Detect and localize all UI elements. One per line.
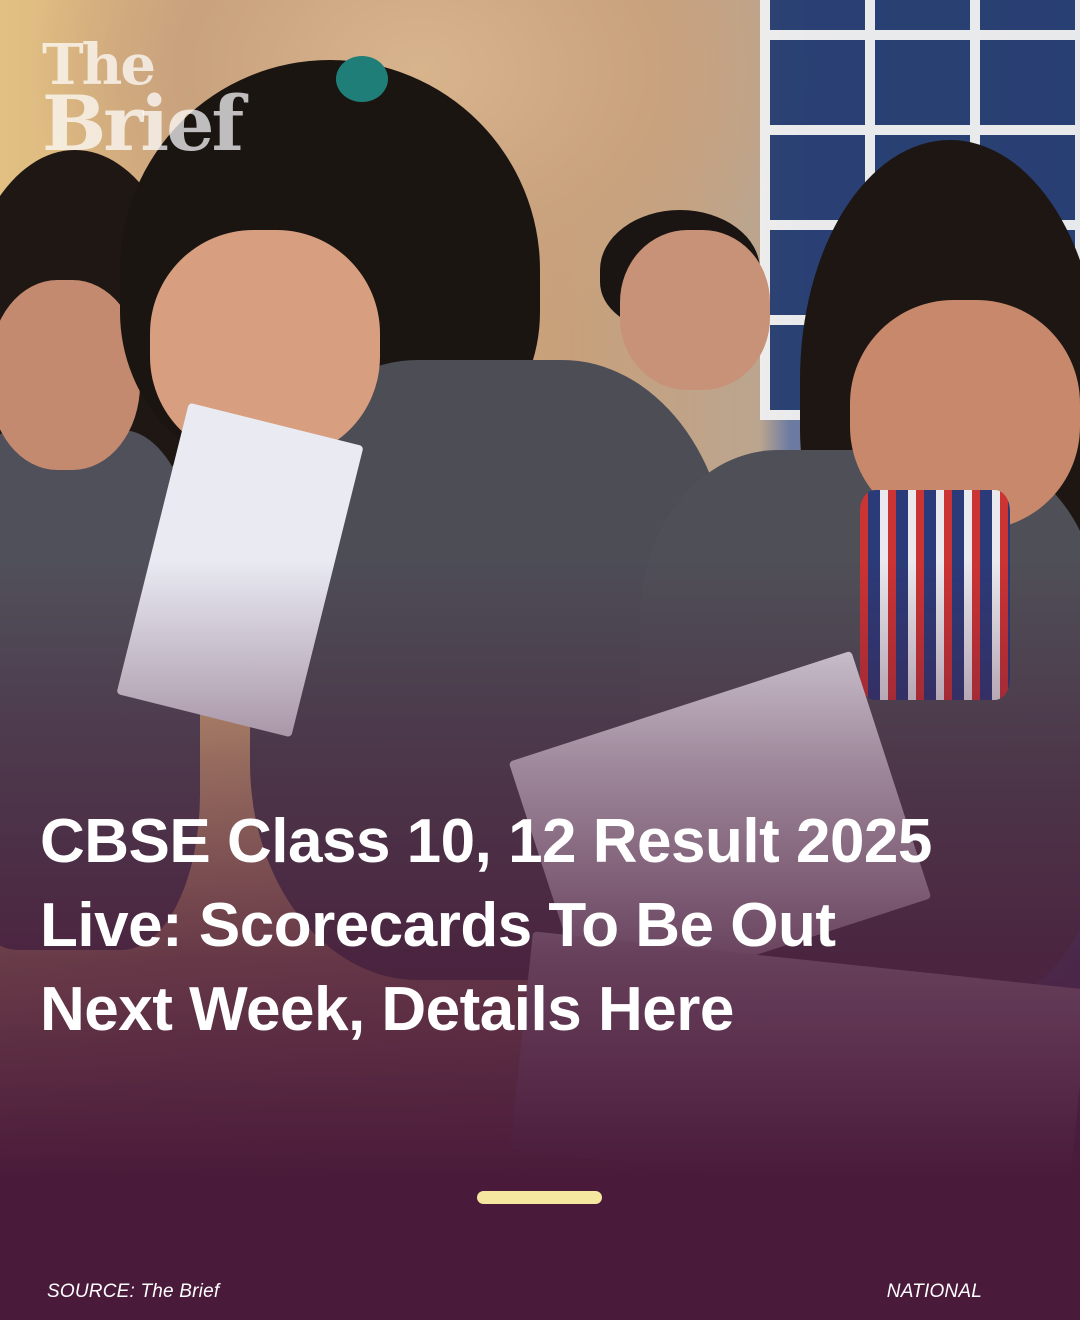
accent-bar bbox=[477, 1191, 602, 1204]
news-card: The Brief CBSE Class 10, 12 Result 2025 … bbox=[0, 0, 1080, 1320]
source-credit: SOURCE: The Brief bbox=[47, 1281, 220, 1302]
brand-logo: The Brief bbox=[42, 37, 244, 169]
gradient-overlay bbox=[0, 0, 1080, 1320]
headline: CBSE Class 10, 12 Result 2025 Live: Scor… bbox=[40, 807, 932, 1044]
logo-line-2: Brief bbox=[42, 79, 244, 169]
category-label: NATIONAL bbox=[886, 1281, 982, 1302]
